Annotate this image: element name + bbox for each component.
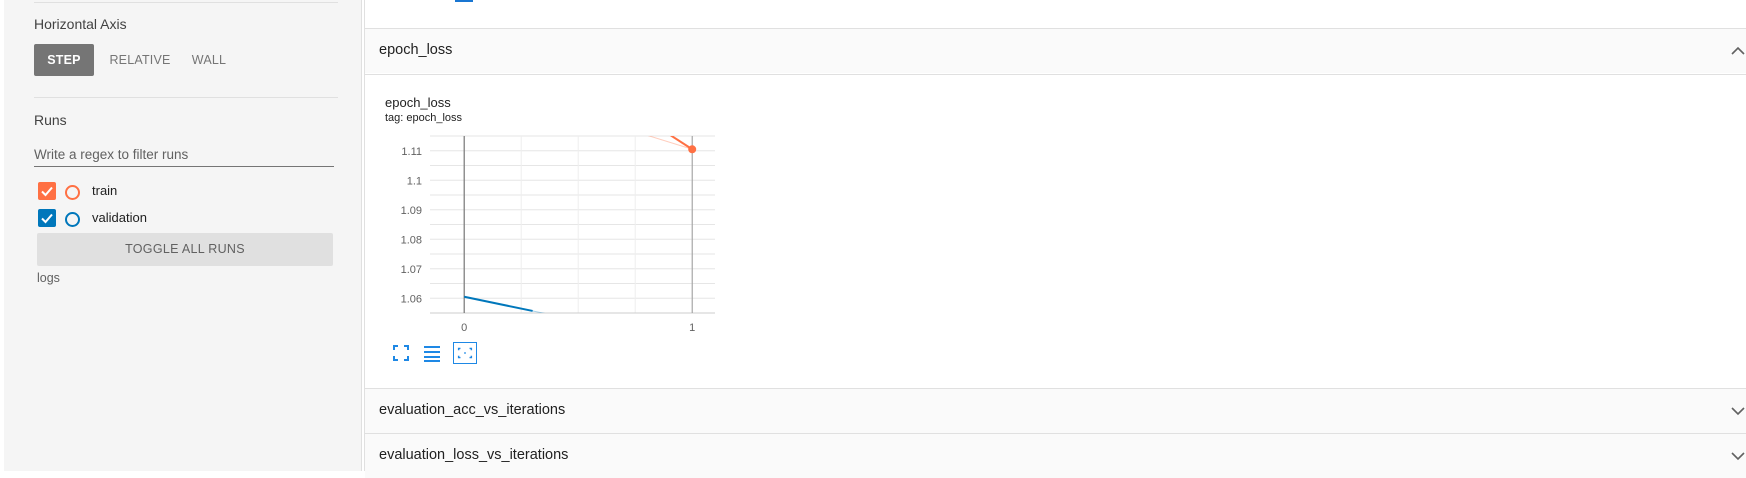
group-header-evaluation-loss[interactable]: evaluation_loss_vs_iterations [365, 434, 1746, 478]
x-tick-label: 1 [689, 322, 695, 334]
checkmark-icon [41, 213, 53, 224]
validation-checkbox[interactable] [38, 209, 56, 227]
runs-heading: Runs [34, 112, 67, 128]
sidebar-divider [34, 97, 338, 98]
validation-color-circle-icon[interactable] [65, 212, 80, 227]
group-title: evaluation_loss_vs_iterations [379, 447, 569, 463]
card-tag: tag: epoch_loss [385, 112, 463, 124]
axis-relative-button[interactable]: RELATIVE [102, 44, 178, 76]
axis-wall-button[interactable]: WALL [182, 44, 236, 76]
checkmark-icon [41, 186, 53, 197]
run-label-train: train [92, 183, 118, 198]
sidebar: Horizontal Axis STEP RELATIVE WALL Runs … [4, 0, 362, 471]
previous-card-toolbar-fragment [455, 0, 473, 2]
epoch-loss-chart[interactable]: 1.06 1.07 1.08 1.09 1.1 1.11 0 1 [395, 130, 715, 335]
toggle-all-runs-button[interactable]: TOGGLE ALL RUNS [37, 233, 333, 266]
group-title: evaluation_acc_vs_iterations [379, 402, 566, 418]
y-tick-label: 1.09 [401, 205, 422, 217]
fit-domain-icon[interactable] [453, 342, 477, 364]
y-tick-label: 1.11 [401, 146, 422, 158]
sidebar-divider [34, 2, 338, 3]
y-tick-label: 1.08 [401, 234, 422, 246]
group-divider [365, 74, 1746, 75]
chevron-down-icon[interactable] [1730, 450, 1746, 462]
toggle-log-scale-icon[interactable] [421, 342, 443, 364]
group-header-evaluation-acc[interactable]: evaluation_acc_vs_iterations [365, 389, 1746, 433]
chevron-up-icon[interactable] [1730, 45, 1746, 57]
y-tick-label: 1.1 [407, 175, 422, 187]
series-validation-line [463, 295, 533, 312]
axis-step-button[interactable]: STEP [34, 44, 94, 76]
group-header-epoch-loss[interactable]: epoch_loss [365, 29, 1746, 73]
series-train-line [669, 136, 693, 151]
x-tick-label: 0 [461, 322, 467, 334]
y-tick-label: 1.06 [401, 293, 422, 305]
train-checkbox[interactable] [38, 182, 56, 200]
horizontal-axis-heading: Horizontal Axis [34, 16, 127, 32]
run-filter-input[interactable] [34, 142, 334, 167]
group-title: epoch_loss [379, 42, 453, 58]
chevron-down-icon[interactable] [1730, 405, 1746, 417]
train-color-circle-icon[interactable] [65, 185, 80, 200]
y-tick-label: 1.07 [401, 264, 422, 276]
run-label-validation: validation [92, 210, 147, 225]
fit-to-screen-icon[interactable] [390, 342, 412, 364]
card-title: epoch_loss [385, 95, 451, 110]
series-train-point[interactable] [688, 145, 697, 154]
logdir-label: logs [37, 271, 60, 285]
